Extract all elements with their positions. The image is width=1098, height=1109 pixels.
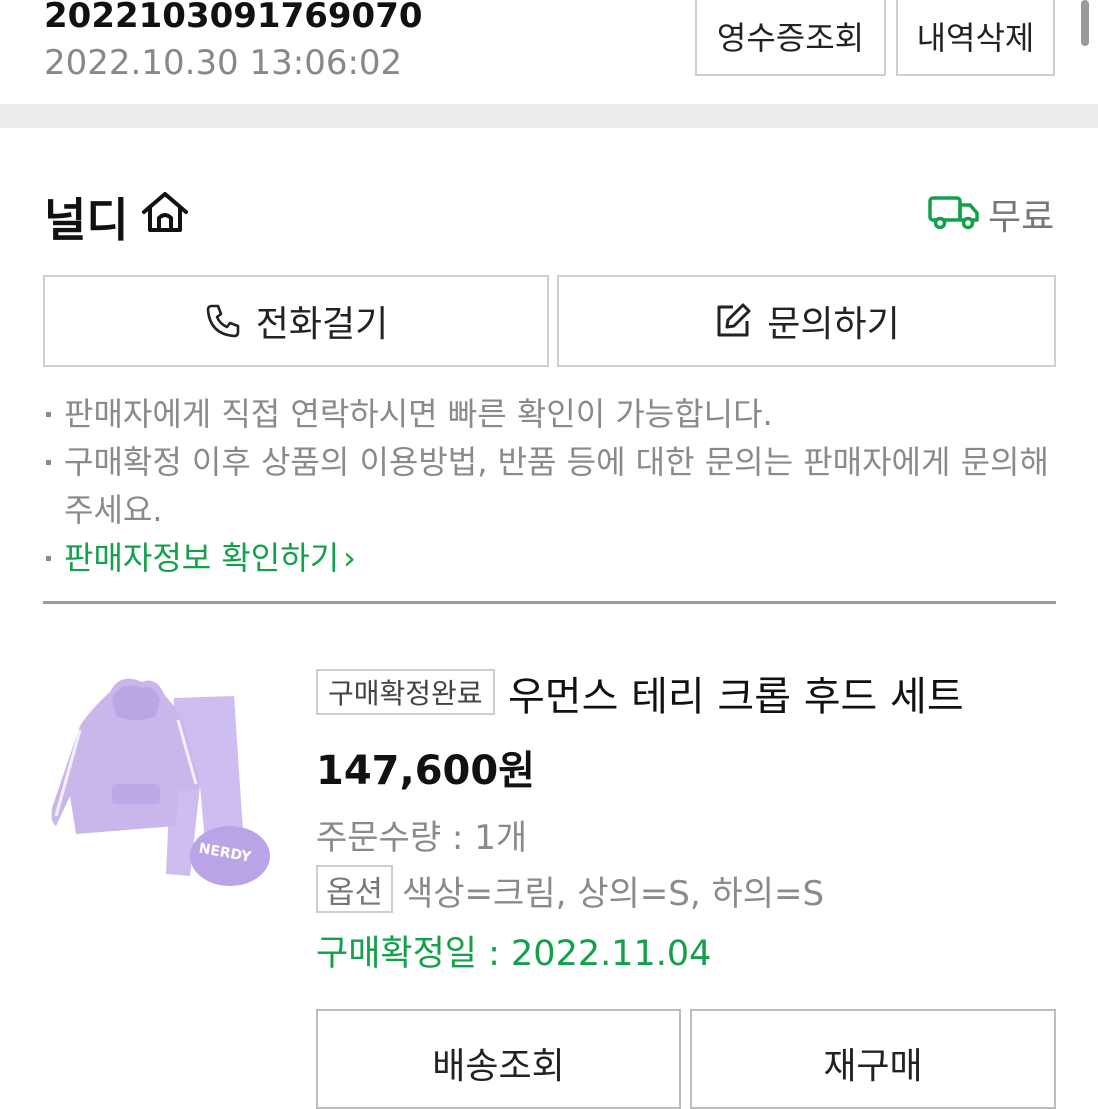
order-status-badge: 구매확정완료 (316, 669, 495, 715)
track-delivery-button[interactable]: 배송조회 (316, 1009, 681, 1109)
phone-icon (206, 304, 240, 338)
truck-icon (928, 196, 979, 230)
option-value: 색상=크림, 상의=S, 하의=S (402, 874, 825, 914)
inquiry-button[interactable]: 문의하기 (557, 275, 1056, 367)
order-number: 2022103091769070 (44, 0, 423, 36)
call-seller-label: 전화걸기 (255, 304, 389, 345)
note-item: 판매자에게 직접 연락하시면 빠른 확인이 가능합니다. (44, 390, 1056, 438)
note-item: 구매확정 이후 상품의 이용방법, 반품 등에 대한 문의는 판매자에게 문의해… (44, 438, 1056, 534)
edit-icon (717, 303, 751, 337)
order-datetime: 2022.10.30 13:06:02 (44, 43, 403, 83)
seller-notes: 판매자에게 직접 연락하시면 빠른 확인이 가능합니다. 구매확정 이후 상품의… (44, 390, 1056, 582)
product-thumbnail[interactable]: NERDY (50, 676, 276, 892)
product-title[interactable]: 우먼스 테리 크롭 후드 세트 (508, 664, 964, 722)
seller-info-link-label: 판매자정보 확인하기 (64, 539, 340, 577)
scrollbar[interactable] (1081, 0, 1089, 46)
shipping-fee: 무료 (988, 197, 1055, 238)
call-seller-button[interactable]: 전화걸기 (43, 275, 549, 367)
seller-name[interactable]: 널디 (44, 184, 129, 250)
option-badge: 옵션 (316, 865, 394, 913)
seller-info-link[interactable]: 판매자정보 확인하기 › (44, 534, 1056, 582)
home-icon[interactable] (140, 190, 190, 234)
receipt-button[interactable]: 영수증조회 (695, 0, 886, 76)
divider (43, 601, 1056, 604)
section-separator (0, 104, 1098, 128)
rebuy-button[interactable]: 재구매 (690, 1009, 1056, 1109)
delete-history-button[interactable]: 내역삭제 (896, 0, 1055, 76)
order-quantity: 주문수량 : 1개 (316, 818, 528, 858)
purchase-confirm-date: 구매확정일 : 2022.11.04 (316, 934, 712, 974)
inquiry-label: 문의하기 (767, 304, 900, 345)
product-price: 147,600원 (316, 748, 535, 794)
chevron-right-icon: › (343, 539, 356, 577)
